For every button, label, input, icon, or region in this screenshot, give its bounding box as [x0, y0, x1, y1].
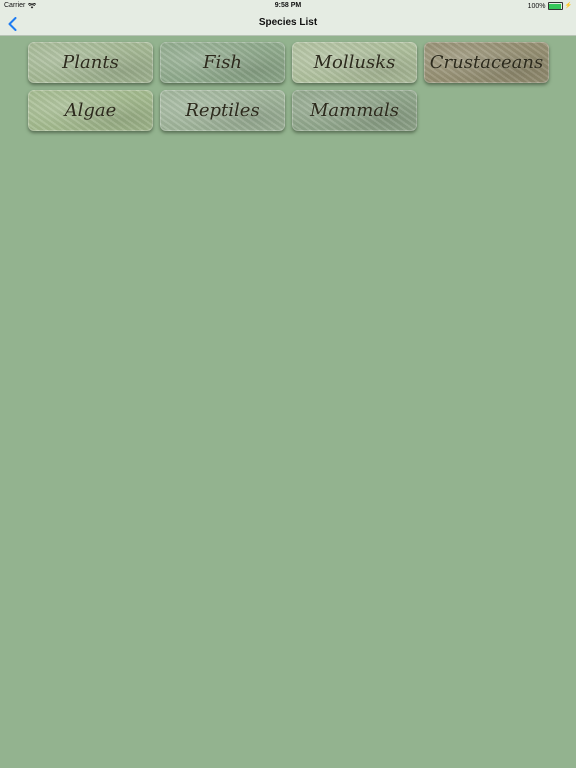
category-label: Reptiles [185, 100, 260, 121]
status-time: 9:58 PM [274, 2, 302, 9]
category-button-reptiles[interactable]: Reptiles [160, 90, 285, 131]
category-label: Algae [64, 100, 117, 121]
status-right: 100% ⚡ [528, 2, 572, 10]
status-bar: Carrier 9:58 PM 100% ⚡ [0, 0, 576, 12]
category-label: Crustaceans [429, 52, 544, 73]
category-button-crustaceans[interactable]: Crustaceans [424, 42, 549, 83]
category-button-mammals[interactable]: Mammals [292, 90, 417, 131]
category-label: Plants [62, 52, 119, 73]
battery-fill [549, 3, 562, 9]
category-label: Fish [202, 52, 243, 73]
battery-percent: 100% [527, 2, 546, 10]
charging-icon: ⚡ [564, 3, 572, 9]
page-title: Species List [258, 17, 318, 28]
battery-icon [547, 2, 563, 10]
category-label: Mollusks [313, 52, 396, 73]
category-button-mollusks[interactable]: Mollusks [292, 42, 417, 83]
navigation-bar: Species List [0, 12, 576, 36]
category-button-fish[interactable]: Fish [160, 42, 285, 83]
category-label: Mammals [309, 100, 400, 121]
species-category-grid: Plants Fish Mollusks Crustaceans Algae R… [28, 42, 550, 131]
category-button-algae[interactable]: Algae [28, 90, 153, 131]
category-button-plants[interactable]: Plants [28, 42, 153, 83]
